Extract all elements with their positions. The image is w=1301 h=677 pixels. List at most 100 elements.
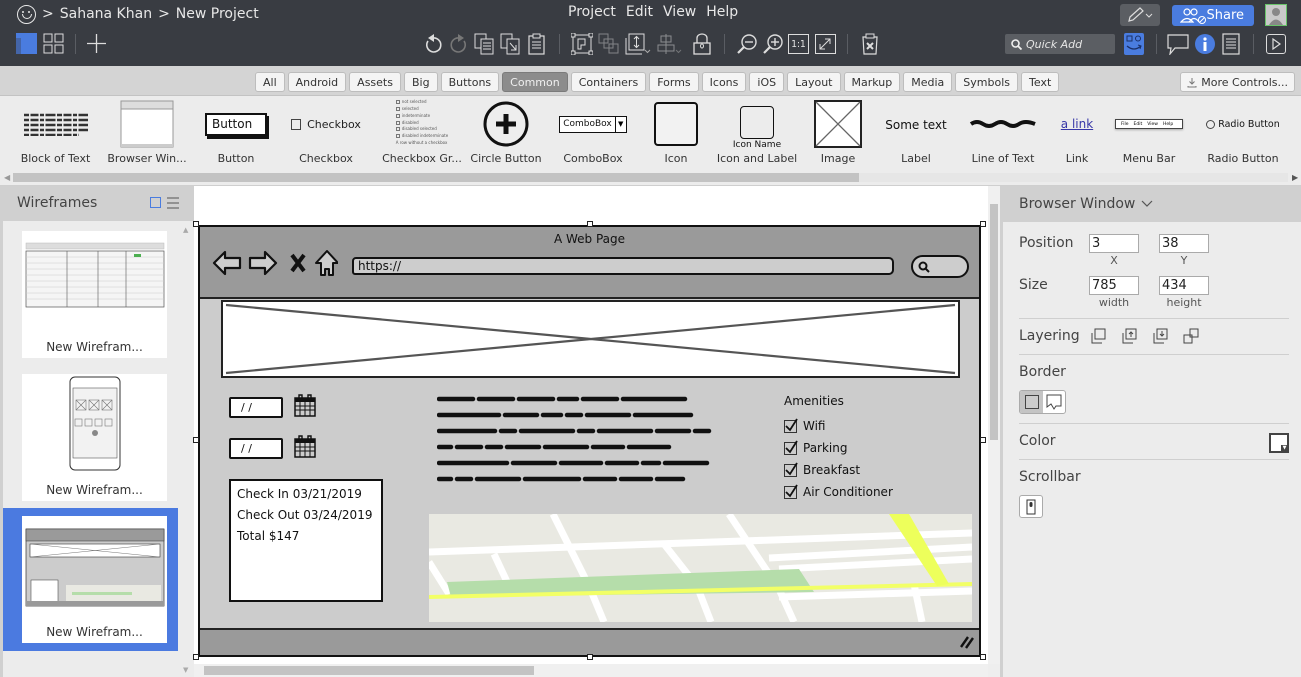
edit-mode-button[interactable] [1120, 4, 1160, 26]
menu-help[interactable]: Help [706, 4, 738, 20]
ungroup-icon[interactable] [598, 33, 620, 55]
present-icon[interactable] [1266, 34, 1286, 54]
library-tab-containers[interactable]: Containers [570, 72, 647, 92]
square-border-button[interactable] [1020, 391, 1044, 413]
control-checkbox-group[interactable]: not selected selected indeterminate disable… [382, 96, 462, 168]
resize-grip-icon[interactable] [959, 635, 975, 649]
control-browser-window[interactable]: Browser Win... [107, 96, 187, 168]
control-image[interactable]: Image [812, 96, 864, 168]
library-tab-markup[interactable]: Markup [843, 72, 901, 92]
single-view-icon[interactable] [16, 33, 37, 54]
check-out-date-field[interactable]: / / [229, 438, 283, 459]
lock-icon[interactable] [692, 33, 712, 55]
scrollbar-toggle-button[interactable] [1019, 495, 1043, 518]
position-y-input[interactable] [1159, 234, 1209, 253]
library-tab-assets[interactable]: Assets [349, 72, 401, 92]
calendar-icon[interactable] [294, 435, 316, 459]
resize-handle[interactable] [193, 654, 199, 660]
wireframe-item[interactable]: New Wirefram... [3, 223, 178, 366]
amenity-checkbox[interactable]: Breakfast [784, 459, 893, 481]
url-bar[interactable]: https:// [352, 257, 894, 275]
quick-add-field[interactable] [1005, 34, 1115, 54]
scrollbar-thumb[interactable] [990, 204, 998, 440]
wireframe-item-selected[interactable]: New Wirefram... [3, 508, 178, 651]
check-in-date-field[interactable]: / / [229, 397, 283, 418]
library-tab-buttons[interactable]: Buttons [440, 72, 500, 92]
canvas-vertical-scrollbar[interactable] [988, 186, 1000, 664]
scroll-left-arrow[interactable]: ◀ [4, 173, 10, 182]
copy-to-icon[interactable] [500, 33, 521, 55]
sketch-border-button[interactable] [1043, 391, 1065, 413]
breadcrumb-user[interactable]: Sahana Khan [60, 6, 152, 22]
share-button[interactable]: Share [1172, 5, 1254, 26]
group-icon[interactable] [571, 33, 593, 55]
grid-view-icon[interactable] [43, 33, 64, 54]
control-link[interactable]: a link Link [1052, 96, 1102, 168]
properties-header[interactable]: Browser Window [1003, 186, 1301, 222]
resize-handle[interactable] [587, 654, 593, 660]
color-picker-button[interactable]: ▼ [1269, 433, 1289, 453]
undo-icon[interactable] [423, 33, 443, 55]
resize-handle[interactable] [980, 437, 986, 443]
control-label[interactable]: Some text Label [880, 96, 952, 168]
control-button[interactable]: Button Button [200, 96, 272, 168]
arrange-icon[interactable] [625, 33, 651, 55]
library-tab-text[interactable]: Text [1021, 72, 1060, 92]
breadcrumb-project[interactable]: New Project [176, 6, 259, 22]
resize-handle[interactable] [193, 437, 199, 443]
scrollbar-thumb[interactable] [13, 173, 859, 182]
thumbnail-view-icon[interactable] [150, 197, 161, 208]
resize-handle[interactable] [980, 654, 986, 660]
canvas-horizontal-scrollbar[interactable] [194, 664, 988, 677]
library-tab-ios[interactable]: iOS [749, 72, 785, 92]
send-backward-icon[interactable] [1153, 328, 1169, 344]
zoom-out-icon[interactable] [736, 33, 758, 55]
control-icon-and-label[interactable]: Icon Name Icon and Label [717, 96, 797, 168]
library-tab-big[interactable]: Big [403, 72, 438, 92]
position-x-input[interactable] [1089, 234, 1139, 253]
fit-to-screen-icon[interactable] [815, 34, 836, 54]
scroll-up-arrow[interactable]: ▲ [183, 226, 188, 234]
user-avatar[interactable] [1265, 4, 1287, 26]
control-circle-button[interactable]: Circle Button [470, 96, 542, 168]
library-tab-common[interactable]: Common [502, 72, 568, 92]
menu-view[interactable]: View [663, 4, 696, 20]
zoom-in-icon[interactable] [762, 33, 784, 55]
control-checkbox[interactable]: Checkbox Checkbox [290, 96, 362, 168]
control-icon[interactable]: Icon [650, 96, 702, 168]
wireframe-item[interactable]: New Wirefram... [3, 366, 178, 509]
control-radio-button[interactable]: Radio Button Radio Button [1200, 96, 1286, 168]
height-input[interactable] [1159, 276, 1209, 295]
calendar-icon[interactable] [294, 394, 316, 418]
menu-edit[interactable]: Edit [626, 4, 653, 20]
amenity-checkbox[interactable]: Parking [784, 437, 893, 459]
library-tab-android[interactable]: Android [287, 72, 347, 92]
library-tab-all[interactable]: All [255, 72, 285, 92]
controls-horizontal-scrollbar[interactable] [13, 173, 1288, 182]
send-to-back-icon[interactable] [1183, 328, 1199, 344]
map-placeholder[interactable] [429, 514, 972, 622]
control-combobox[interactable]: ComboBox ▼ ComboBox [557, 96, 629, 168]
amenity-checkbox[interactable]: Air Conditioner [784, 481, 893, 503]
notes-icon[interactable] [1221, 33, 1241, 55]
actual-size-button[interactable]: 1:1 [788, 34, 809, 54]
quick-add-input[interactable] [1026, 37, 1106, 51]
scroll-down-arrow[interactable]: ▼ [183, 666, 188, 674]
smiley-logo-icon[interactable] [17, 4, 36, 24]
library-tab-layout[interactable]: Layout [787, 72, 841, 92]
resize-handle[interactable] [587, 221, 593, 227]
library-tab-icons[interactable]: Icons [701, 72, 747, 92]
control-block-of-text[interactable]: Block of Text [18, 96, 93, 168]
info-icon[interactable] [1194, 33, 1216, 55]
menu-project[interactable]: Project [568, 4, 616, 20]
delete-icon[interactable] [860, 33, 880, 55]
hero-image-placeholder[interactable] [221, 300, 960, 378]
duplicate-icon[interactable] [474, 33, 495, 55]
paste-icon[interactable] [527, 33, 547, 55]
comment-icon[interactable] [1167, 33, 1189, 55]
more-controls-button[interactable]: More Controls... [1180, 72, 1295, 92]
resize-handle[interactable] [980, 221, 986, 227]
scrollbar-thumb[interactable] [204, 666, 534, 675]
scroll-right-arrow[interactable]: ▶ [1292, 173, 1298, 182]
amenity-checkbox[interactable]: Wifi [784, 415, 893, 437]
